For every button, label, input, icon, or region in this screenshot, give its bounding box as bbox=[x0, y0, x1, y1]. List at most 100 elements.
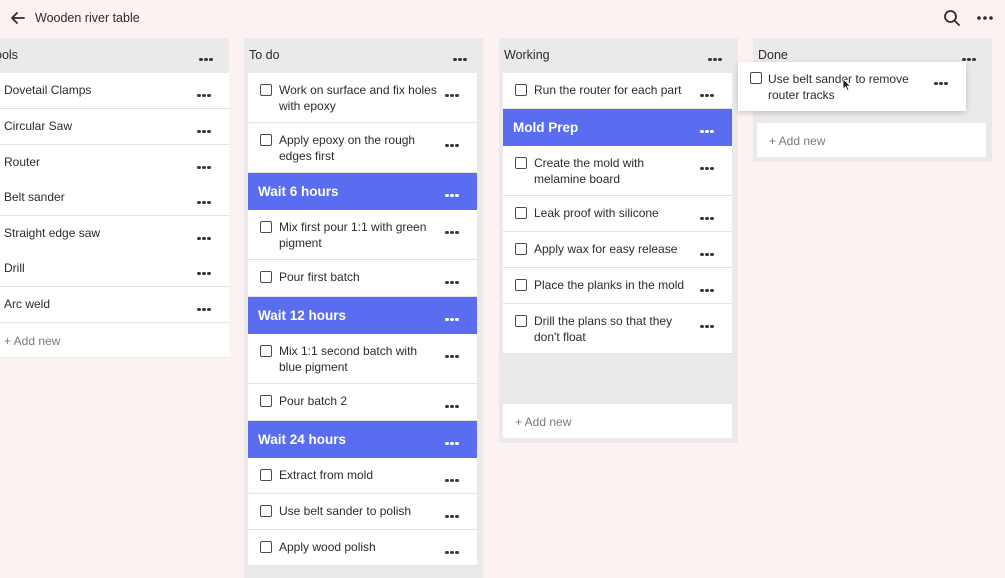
item-menu-icon[interactable] bbox=[197, 156, 219, 170]
column-title: Done bbox=[758, 48, 788, 62]
task-menu-icon[interactable] bbox=[700, 207, 722, 221]
task-menu-icon[interactable] bbox=[700, 315, 722, 329]
task-checkbox[interactable] bbox=[515, 279, 527, 291]
task-card[interactable]: Use belt sander to polish bbox=[248, 494, 477, 530]
add-new-button[interactable]: + Add new bbox=[503, 404, 732, 438]
task-menu-icon[interactable] bbox=[445, 84, 467, 98]
list-item[interactable]: Router bbox=[0, 145, 229, 181]
task-checkbox[interactable] bbox=[515, 243, 527, 255]
arrow-left-icon[interactable] bbox=[8, 8, 28, 28]
task-menu-icon[interactable] bbox=[700, 279, 722, 293]
section-header[interactable]: Wait 24 hours bbox=[248, 421, 477, 458]
column-header: ools bbox=[0, 38, 229, 70]
task-label: Create the mold with melamine board bbox=[534, 156, 645, 186]
item-menu-icon[interactable] bbox=[197, 262, 219, 276]
task-card[interactable]: Pour batch 2 bbox=[248, 384, 477, 421]
mouse-cursor-icon bbox=[842, 78, 851, 91]
task-menu-icon[interactable] bbox=[445, 541, 467, 555]
item-menu-icon[interactable] bbox=[197, 227, 219, 241]
list-item[interactable]: Dovetail Clamps bbox=[0, 73, 229, 109]
section-menu-icon[interactable] bbox=[445, 308, 467, 322]
add-new-label: + Add new bbox=[769, 134, 826, 148]
item-menu-icon[interactable] bbox=[197, 191, 219, 205]
item-menu-icon[interactable] bbox=[197, 298, 219, 312]
task-checkbox[interactable] bbox=[260, 84, 272, 96]
item-menu-icon[interactable] bbox=[197, 84, 219, 98]
column-header: Working bbox=[499, 38, 738, 70]
task-card[interactable]: Apply wax for easy release bbox=[503, 232, 732, 268]
item-menu-icon[interactable] bbox=[197, 120, 219, 134]
task-card[interactable]: Run the router for each part bbox=[503, 73, 732, 109]
task-card[interactable]: Pour first batch bbox=[248, 260, 477, 297]
section-header[interactable]: Wait 6 hours bbox=[248, 173, 477, 210]
task-menu-icon[interactable] bbox=[445, 395, 467, 409]
task-menu-icon[interactable] bbox=[445, 221, 467, 235]
task-menu-icon[interactable] bbox=[700, 243, 722, 257]
list-item[interactable]: Belt sander bbox=[0, 180, 229, 216]
task-checkbox[interactable] bbox=[260, 505, 272, 517]
column-menu-icon[interactable] bbox=[708, 48, 730, 62]
task-menu-icon[interactable] bbox=[700, 84, 722, 98]
add-new-button[interactable]: + Add new bbox=[757, 123, 986, 157]
task-checkbox[interactable] bbox=[260, 271, 272, 283]
task-checkbox[interactable] bbox=[260, 469, 272, 481]
task-menu-icon[interactable] bbox=[445, 345, 467, 359]
task-checkbox[interactable] bbox=[260, 221, 272, 233]
task-card[interactable]: Place the planks in the mold bbox=[503, 268, 732, 304]
section-menu-icon[interactable] bbox=[445, 432, 467, 446]
list-item[interactable]: Drill bbox=[0, 251, 229, 287]
add-new-label: + Add new bbox=[4, 334, 61, 348]
add-new-label: + Add new bbox=[515, 415, 572, 429]
section-menu-icon[interactable] bbox=[700, 120, 722, 134]
search-icon[interactable] bbox=[942, 8, 962, 28]
task-checkbox[interactable] bbox=[260, 134, 272, 146]
task-card[interactable]: Leak proof with silicone bbox=[503, 196, 732, 232]
task-card[interactable]: Work on surface and fix holes with epoxy bbox=[248, 73, 477, 123]
section-menu-icon[interactable] bbox=[445, 184, 467, 198]
task-label: Use belt sander to polish bbox=[279, 504, 412, 518]
column-menu-icon[interactable] bbox=[453, 48, 475, 62]
item-label: Drill bbox=[4, 261, 25, 275]
column-header: To do bbox=[244, 38, 483, 70]
task-checkbox[interactable] bbox=[260, 395, 272, 407]
item-label: Straight edge saw bbox=[4, 226, 101, 240]
task-checkbox[interactable] bbox=[260, 541, 272, 553]
task-label: Pour batch 2 bbox=[279, 394, 348, 408]
section-title: Wait 6 hours bbox=[258, 184, 339, 199]
section-header[interactable]: Mold Prep bbox=[503, 109, 732, 146]
column-menu-icon[interactable] bbox=[199, 48, 221, 62]
board-title: Wooden river table bbox=[35, 11, 140, 25]
list-item[interactable]: Arc weld bbox=[0, 287, 229, 323]
task-card[interactable]: Apply wood polish bbox=[248, 530, 477, 566]
column-title: Working bbox=[504, 48, 550, 62]
task-checkbox[interactable] bbox=[515, 315, 527, 327]
task-menu-icon[interactable] bbox=[445, 505, 467, 519]
task-menu-icon[interactable] bbox=[445, 134, 467, 148]
task-card[interactable]: Mix first pour 1:1 with green pigment bbox=[248, 210, 477, 260]
task-label: Drill the plans so that they don't float bbox=[534, 314, 673, 344]
section-header[interactable]: Wait 12 hours bbox=[248, 297, 477, 334]
task-menu-icon[interactable] bbox=[445, 271, 467, 285]
column-menu-icon[interactable] bbox=[962, 48, 984, 62]
task-checkbox[interactable] bbox=[750, 72, 762, 84]
task-card[interactable]: Drill the plans so that they don't float bbox=[503, 304, 732, 354]
list-item[interactable]: Straight edge saw bbox=[0, 216, 229, 252]
task-checkbox[interactable] bbox=[515, 157, 527, 169]
task-menu-icon[interactable] bbox=[700, 157, 722, 171]
task-menu-icon[interactable] bbox=[934, 72, 956, 86]
task-checkbox[interactable] bbox=[515, 207, 527, 219]
task-card[interactable]: Create the mold with melamine board bbox=[503, 146, 732, 196]
task-menu-icon[interactable] bbox=[445, 469, 467, 483]
dragging-task-card[interactable]: Use belt sander to remove router tracks bbox=[738, 62, 966, 111]
column-title: ools bbox=[0, 48, 18, 62]
task-card[interactable]: Apply epoxy on the rough edges first bbox=[248, 123, 477, 173]
more-options-icon[interactable] bbox=[975, 8, 995, 28]
task-card[interactable]: Mix 1:1 second batch with blue pigment bbox=[248, 334, 477, 384]
task-checkbox[interactable] bbox=[260, 345, 272, 357]
add-new-button[interactable]: + Add new bbox=[0, 323, 229, 357]
top-bar: Wooden river table bbox=[0, 0, 1005, 36]
task-checkbox[interactable] bbox=[515, 84, 527, 96]
task-label: Mix first pour 1:1 with green pigment bbox=[279, 220, 427, 250]
list-item[interactable]: Circular Saw bbox=[0, 109, 229, 145]
task-card[interactable]: Extract from mold bbox=[248, 458, 477, 494]
